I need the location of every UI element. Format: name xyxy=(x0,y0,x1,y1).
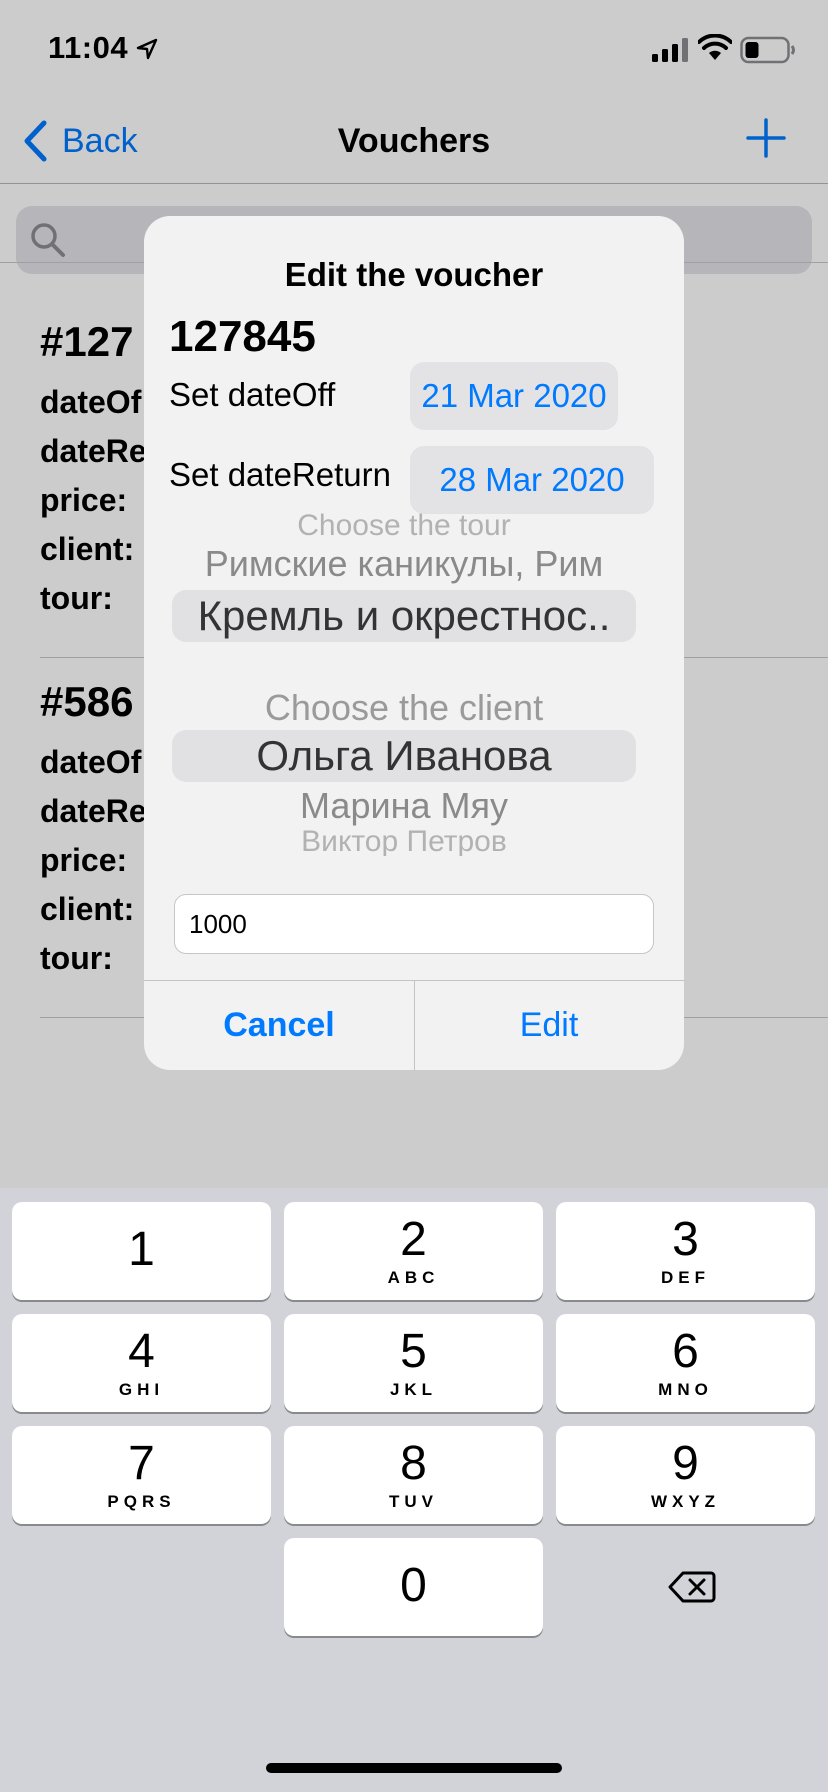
delete-backspace-icon xyxy=(668,1571,716,1603)
tour-picker-placeholder: Choose the tour xyxy=(297,512,511,540)
tour-picker-option[interactable]: Римские каникулы, Рим xyxy=(172,544,636,584)
client-picker-placeholder: Choose the client xyxy=(264,688,544,728)
key-digit: 6 xyxy=(672,1325,699,1378)
home-indicator[interactable] xyxy=(266,1763,562,1773)
key-1[interactable]: 1 xyxy=(12,1202,271,1300)
edit-button[interactable]: Edit xyxy=(414,980,684,1070)
client-picker-option[interactable]: Марина Мяу xyxy=(172,786,636,826)
key-9[interactable]: 9 WXYZ xyxy=(556,1426,815,1524)
key-6[interactable]: 6 MNO xyxy=(556,1314,815,1412)
alert-title: Edit the voucher xyxy=(284,256,544,293)
date-off-button[interactable]: 21 Mar 2020 xyxy=(410,362,618,430)
tour-picker-selected[interactable]: Кремль и окрестнос.. xyxy=(172,590,636,642)
key-digit: 8 xyxy=(400,1437,427,1490)
date-return-label: Set dateReturn xyxy=(169,456,391,493)
key-letters: ABC xyxy=(387,1268,440,1287)
voucher-number: 127845 xyxy=(169,312,316,361)
key-letters: WXYZ xyxy=(650,1492,721,1511)
key-5[interactable]: 5 JKL xyxy=(284,1314,543,1412)
key-letters: MNO xyxy=(658,1380,713,1399)
cancel-button[interactable]: Cancel xyxy=(144,980,414,1070)
key-letters: GHI xyxy=(118,1380,165,1399)
key-letters: DEF xyxy=(661,1268,710,1287)
key-digit: 1 xyxy=(128,1223,155,1276)
key-3[interactable]: 3 DEF xyxy=(556,1202,815,1300)
key-8[interactable]: 8 TUV xyxy=(284,1426,543,1524)
price-input[interactable]: 1000 xyxy=(174,894,654,954)
key-digit: 4 xyxy=(128,1325,155,1378)
key-4[interactable]: 4 GHI xyxy=(12,1314,271,1412)
key-digit: 5 xyxy=(400,1325,427,1378)
client-picker-option[interactable]: Виктор Петров xyxy=(172,828,636,856)
delete-key[interactable] xyxy=(556,1538,828,1636)
key-digit: 3 xyxy=(672,1213,699,1266)
client-picker[interactable]: Choose the client Ольга Иванова Марина М… xyxy=(172,688,636,856)
client-picker-selected[interactable]: Ольга Иванова xyxy=(172,730,636,782)
edit-voucher-alert: Edit the voucher 127845 Set dateOff 21 M… xyxy=(144,216,684,1070)
key-letters: JKL xyxy=(389,1380,438,1399)
key-letters: TUV xyxy=(389,1492,438,1511)
key-2[interactable]: 2 ABC xyxy=(284,1202,543,1300)
key-digit: 9 xyxy=(672,1437,699,1490)
date-return-button[interactable]: 28 Mar 2020 xyxy=(410,446,654,514)
key-digit: 2 xyxy=(400,1213,427,1266)
key-digit: 0 xyxy=(400,1559,427,1612)
tour-picker[interactable]: Choose the tour Римские каникулы, Рим Кр… xyxy=(172,512,636,642)
key-digit: 7 xyxy=(128,1437,155,1490)
key-0[interactable]: 0 xyxy=(284,1538,543,1636)
key-letters: PQRS xyxy=(107,1492,176,1511)
key-7[interactable]: 7 PQRS xyxy=(12,1426,271,1524)
date-off-label: Set dateOff xyxy=(169,376,336,413)
